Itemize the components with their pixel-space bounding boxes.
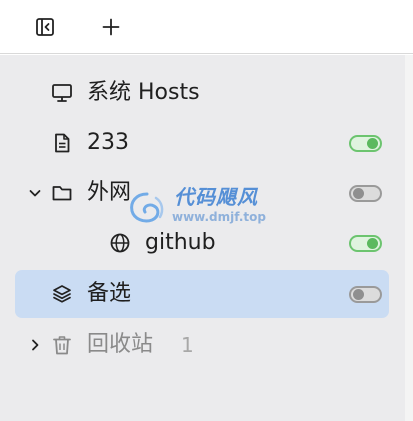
trash-icon [51,334,73,356]
sidebar-item-label: 备选 [87,281,132,306]
sidebar: 系统 Hosts 233 外网 github 备选 回收站 1 [0,55,405,421]
sidebar-item-system-hosts[interactable]: 系统 Hosts [15,69,389,117]
sidebar-item-label: 系统 Hosts [87,80,200,105]
folder-icon [51,182,73,204]
toolbar [0,0,413,54]
toggle-switch-on[interactable] [349,235,382,252]
globe-icon [109,232,131,254]
layers-icon [51,283,73,305]
scrollbar[interactable] [405,55,413,421]
chevron-down-icon[interactable] [25,183,45,203]
sidebar-item-external-network[interactable]: 外网 [15,169,389,217]
sidebar-toggle-icon [36,18,54,36]
chevron-right-icon[interactable] [25,335,45,355]
sidebar-item-trash[interactable]: 回收站 1 [15,321,389,369]
sidebar-item-alternative[interactable]: 备选 [15,270,389,318]
toggle-sidebar-button[interactable] [30,12,60,42]
toggle-knob [367,138,378,149]
monitor-icon [51,82,73,104]
toggle-knob [367,238,378,249]
sidebar-item-label: 233 [87,130,129,155]
toggle-switch-off[interactable] [349,185,382,202]
sidebar-item-label: 外网 [87,180,132,205]
sidebar-item-233[interactable]: 233 [15,119,389,167]
toggle-switch-off[interactable] [349,286,382,303]
plus-icon [102,18,120,36]
sidebar-item-label: github [145,230,216,255]
trash-count: 1 [181,333,194,357]
toggle-knob [353,188,364,199]
document-icon [51,132,73,154]
sidebar-item-github[interactable]: github [15,219,389,267]
sidebar-item-label: 回收站 [87,332,154,357]
toggle-switch-on[interactable] [349,135,382,152]
toggle-knob [353,289,364,300]
add-button[interactable] [96,12,126,42]
